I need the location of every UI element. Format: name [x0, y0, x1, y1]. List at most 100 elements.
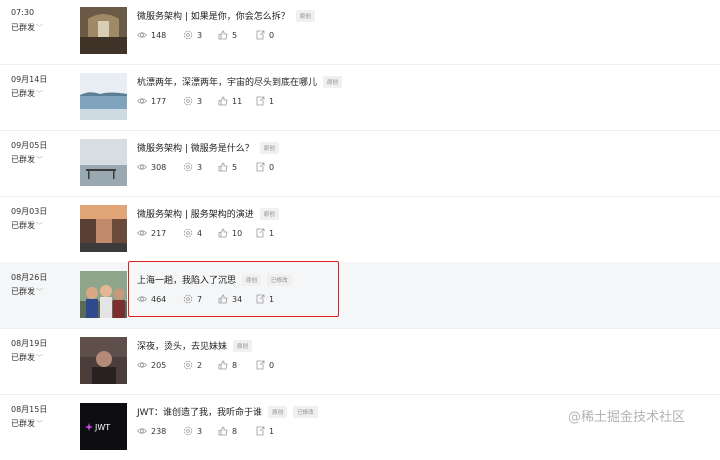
- shares-stat: 0: [255, 162, 274, 172]
- original-tag: 原创: [323, 76, 343, 88]
- send-status[interactable]: 已群发﹀: [11, 88, 43, 99]
- share-icon: [256, 228, 265, 238]
- flower-icon: [183, 426, 193, 436]
- article-title[interactable]: 微服务架构 | 如果是你，你会怎么拆？ 原创: [137, 9, 315, 22]
- article-title[interactable]: 微服务架构 | 微服务是什么？ 原创: [137, 141, 279, 154]
- article-title[interactable]: 杭漂两年，深漂两年，宇宙的尽头到底在哪儿 原创: [137, 75, 343, 88]
- article-date: 08月15日: [11, 405, 48, 414]
- likes-count: 5: [232, 163, 238, 172]
- shares-count: 0: [269, 361, 275, 370]
- likes-stat: 5: [218, 30, 237, 40]
- article-thumbnail[interactable]: [80, 337, 127, 384]
- views-stat: 148: [136, 30, 167, 40]
- shares-count: 0: [269, 31, 275, 40]
- send-status[interactable]: 已群发﹀: [11, 418, 43, 429]
- send-status[interactable]: 已群发﹀: [11, 22, 43, 33]
- eye-icon: [136, 98, 148, 104]
- flower-icon: [183, 96, 193, 106]
- article-title-text: 杭漂两年，深漂两年，宇宙的尽头到底在哪儿: [137, 78, 318, 88]
- article-title[interactable]: 深夜，烫头，去见妹妹 原创: [137, 339, 253, 352]
- article-row[interactable]: 08月19日 已群发﹀ 深夜，烫头，去见妹妹 原创 205 2 8 0: [0, 328, 720, 395]
- send-status-label: 已群发: [11, 353, 35, 362]
- send-status[interactable]: 已群发﹀: [11, 220, 43, 231]
- flower-icon: [183, 30, 193, 40]
- article-title[interactable]: JWT：谁创造了我，我听命于谁 原创 已修改: [137, 405, 318, 418]
- send-status[interactable]: 已群发﹀: [11, 154, 43, 165]
- views-count: 177: [151, 97, 167, 106]
- article-thumbnail[interactable]: [80, 73, 127, 120]
- thumbs-up-icon: [218, 228, 228, 238]
- looking-stat: 3: [183, 426, 202, 436]
- views-stat: 308: [136, 162, 166, 172]
- chevron-down-icon: ﹀: [36, 222, 43, 230]
- shares-count: 0: [269, 163, 275, 172]
- eye-icon: [136, 362, 148, 368]
- shares-count: 1: [269, 97, 275, 106]
- highlight-box: [128, 261, 339, 317]
- article-title-text: JWT：谁创造了我，我听命于谁: [137, 408, 263, 418]
- article-row[interactable]: 09月05日 已群发﹀ 微服务架构 | 微服务是什么？ 原创 308 3 5 0: [0, 130, 720, 197]
- flower-icon: [183, 360, 193, 370]
- chevron-down-icon: ﹀: [36, 90, 43, 98]
- article-thumbnail[interactable]: [80, 7, 127, 54]
- eye-icon: [136, 230, 148, 236]
- flower-icon: [183, 162, 193, 172]
- views-stat: 217: [136, 228, 167, 238]
- likes-count: 5: [232, 31, 238, 40]
- send-status[interactable]: 已群发﹀: [11, 286, 43, 297]
- eye-icon: [136, 164, 148, 170]
- send-status-label: 已群发: [11, 23, 35, 32]
- likes-count: 11: [232, 97, 243, 106]
- thumbs-up-icon: [218, 96, 228, 106]
- shares-stat: 0: [255, 30, 274, 40]
- article-date: 08月19日: [11, 339, 48, 348]
- thumbs-up-icon: [218, 162, 228, 172]
- original-tag: 原创: [268, 406, 288, 418]
- original-tag: 原创: [259, 208, 279, 220]
- chevron-down-icon: ﹀: [36, 420, 43, 428]
- article-date: 09月14日: [11, 75, 48, 84]
- article-title-text: 微服务架构 | 微服务是什么？: [137, 144, 254, 154]
- views-count: 217: [151, 229, 167, 238]
- send-status-label: 已群发: [11, 287, 35, 296]
- article-row[interactable]: 09月03日 已群发﹀ 微服务架构 | 服务架构的演进 原创 217 4 10 1: [0, 196, 720, 263]
- modified-tag: 已修改: [293, 406, 318, 418]
- article-date: 09月03日: [11, 207, 48, 216]
- send-status-label: 已群发: [11, 221, 35, 230]
- article-date: 08月26日: [11, 273, 48, 282]
- views-stat: 238: [136, 426, 166, 436]
- share-icon: [256, 426, 265, 436]
- article-thumbnail[interactable]: JWT: [80, 403, 127, 450]
- looking-stat: 3: [183, 162, 202, 172]
- article-thumbnail[interactable]: [80, 205, 127, 252]
- article-title-text: 微服务架构 | 如果是你，你会怎么拆？: [137, 12, 290, 22]
- likes-stat: 8: [218, 360, 237, 370]
- looking-stat: 2: [183, 360, 202, 370]
- article-date: 07:30: [11, 8, 35, 17]
- chevron-down-icon: ﹀: [36, 354, 43, 362]
- likes-stat: 5: [218, 162, 237, 172]
- original-tag: 原创: [233, 340, 253, 352]
- article-row[interactable]: 07:30 已群发﹀ 微服务架构 | 如果是你，你会怎么拆？ 原创 148 3 5…: [0, 0, 720, 65]
- shares-count: 1: [269, 229, 275, 238]
- article-thumbnail[interactable]: [80, 139, 127, 186]
- original-tag: 原创: [259, 142, 279, 154]
- thumbs-up-icon: [218, 30, 228, 40]
- thumbs-up-icon: [218, 426, 228, 436]
- article-thumbnail[interactable]: [80, 271, 127, 318]
- article-row[interactable]: 08月26日 已群发﹀ 上海一趟，我陷入了沉思 原创 已修改 464 7 34 1: [0, 262, 720, 329]
- shares-stat: 1: [255, 96, 274, 106]
- flower-icon: [183, 228, 193, 238]
- likes-count: 8: [232, 361, 238, 370]
- article-row[interactable]: 09月14日 已群发﹀ 杭漂两年，深漂两年，宇宙的尽头到底在哪儿 原创 177 3…: [0, 64, 720, 131]
- article-row[interactable]: 08月15日 已群发﹀ JWT JWT：谁创造了我，我听命于谁 原创 已修改 238…: [0, 394, 720, 460]
- views-count: 148: [151, 31, 167, 40]
- shares-stat: 1: [255, 426, 274, 436]
- looking-stat: 3: [183, 96, 202, 106]
- article-title[interactable]: 微服务架构 | 服务架构的演进 原创: [137, 207, 279, 220]
- looking-count: 4: [197, 229, 203, 238]
- chevron-down-icon: ﹀: [36, 288, 43, 296]
- share-icon: [256, 96, 265, 106]
- send-status[interactable]: 已群发﹀: [11, 352, 43, 363]
- views-stat: 205: [136, 360, 166, 370]
